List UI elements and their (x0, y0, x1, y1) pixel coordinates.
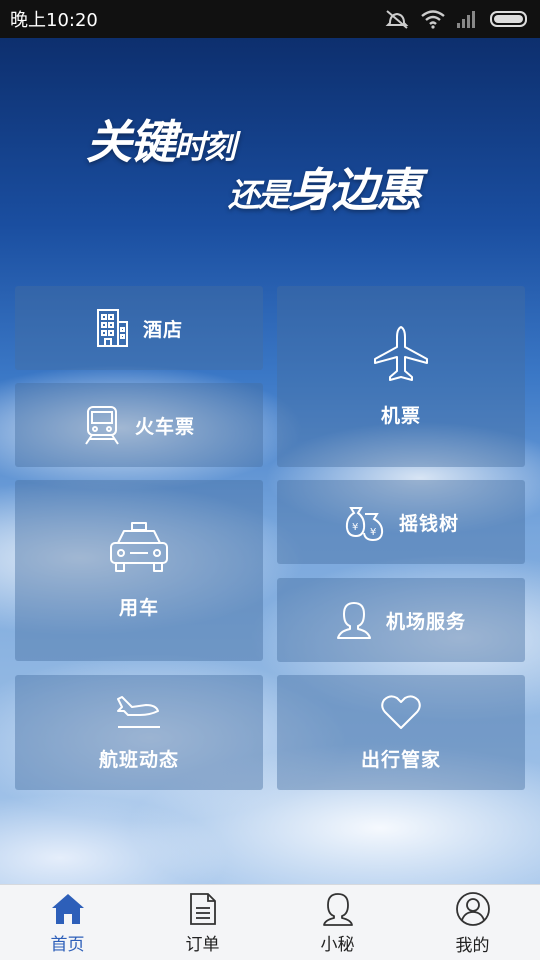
airport-service-tile[interactable]: 机场服务 (277, 578, 525, 662)
hotel-label: 酒店 (142, 318, 183, 341)
tab-profile-label: 我的 (455, 935, 490, 956)
travel-butler-tile[interactable]: 出行管家 (277, 675, 525, 790)
travel-butler-label: 出行管家 (360, 749, 441, 771)
mute-icon (384, 9, 410, 29)
slogan-banner: 关键时刻 还是身边惠 (0, 38, 540, 238)
money-tree-label: 摇钱树 (398, 512, 459, 535)
status-time: 晚上10:20 (10, 10, 98, 31)
tab-assistant[interactable]: 小秘 (270, 885, 405, 960)
status-icons (384, 9, 530, 29)
hotel-tile[interactable]: 酒店 (15, 286, 263, 370)
train-icon (83, 404, 121, 446)
slogan-line1-big: 关键 (86, 115, 176, 169)
flight-status-label: 航班动态 (98, 749, 179, 771)
flight-ticket-tile[interactable]: 机票 (277, 286, 525, 467)
plane-landing-icon (114, 693, 164, 731)
home-icon (50, 892, 86, 926)
train-ticket-label: 火车票 (134, 415, 195, 438)
airport-service-label: 机场服务 (385, 610, 466, 633)
profile-icon (455, 891, 491, 927)
attendant-icon (336, 600, 372, 640)
money-tree-tile[interactable]: ¥ ¥ 摇钱树 (277, 480, 525, 564)
tab-home[interactable]: 首页 (0, 885, 135, 960)
car-service-tile[interactable]: 用车 (15, 480, 263, 661)
heart-icon (380, 693, 422, 731)
tab-assistant-label: 小秘 (320, 934, 355, 955)
assistant-icon (322, 892, 354, 926)
slogan-line-2: 还是身边惠 (228, 154, 422, 220)
flight-status-tile[interactable]: 航班动态 (15, 675, 263, 790)
money-bag-icon: ¥ ¥ (343, 502, 385, 542)
slogan-line1-small: 时刻 (174, 128, 236, 166)
tab-home-label: 首页 (50, 934, 85, 955)
building-icon (95, 308, 129, 348)
flight-ticket-label: 机票 (380, 405, 421, 427)
svg-text:¥: ¥ (370, 527, 376, 538)
document-icon (188, 892, 218, 926)
car-service-label: 用车 (118, 597, 159, 619)
signal-icon (456, 9, 480, 29)
slogan-line-1: 关键时刻 (86, 106, 236, 172)
status-bar: 晚上10:20 (0, 0, 540, 38)
taxi-icon (108, 521, 170, 575)
home-screen: 晚上10:20 关键时刻 还是身边惠 酒店 火车票 机票 用车 ¥ ¥ 摇钱树 … (0, 0, 540, 960)
svg-text:¥: ¥ (352, 522, 358, 533)
tab-profile[interactable]: 我的 (405, 885, 540, 960)
wifi-icon (420, 9, 446, 29)
bottom-tab-bar: 首页 订单 小秘 我的 (0, 884, 540, 960)
train-ticket-tile[interactable]: 火车票 (15, 383, 263, 467)
slogan-line2-big: 身边惠 (288, 163, 422, 217)
airplane-icon (373, 325, 429, 383)
tab-orders-label: 订单 (185, 934, 220, 955)
slogan-line2-small: 还是 (228, 176, 290, 214)
tab-orders[interactable]: 订单 (135, 885, 270, 960)
battery-icon (490, 9, 530, 29)
